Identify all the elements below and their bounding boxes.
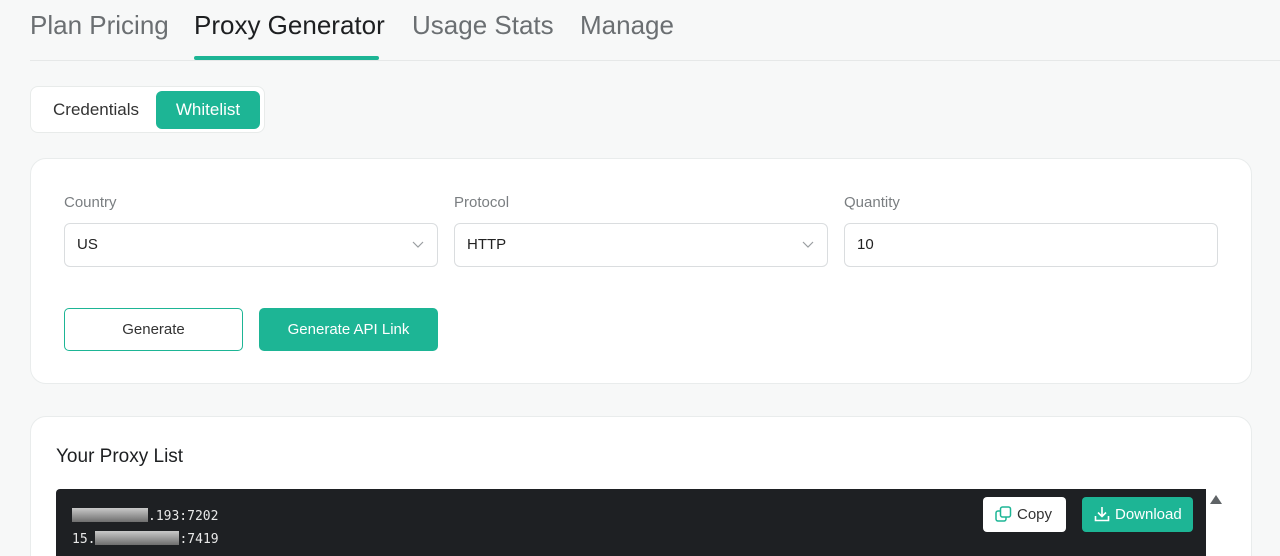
- active-tab-indicator: [194, 56, 379, 60]
- country-label: Country: [64, 194, 117, 211]
- download-icon: [1094, 507, 1110, 522]
- redacted-block: [95, 531, 180, 545]
- protocol-select[interactable]: HTTP: [454, 223, 828, 267]
- download-label: Download: [1115, 506, 1182, 523]
- tab-usage-stats[interactable]: Usage Stats: [412, 10, 554, 41]
- proxy-line: 15.:7419: [72, 531, 219, 547]
- download-button[interactable]: Download: [1082, 497, 1193, 532]
- copy-button[interactable]: Copy: [983, 497, 1066, 532]
- credentials-button[interactable]: Credentials: [37, 91, 155, 129]
- whitelist-button[interactable]: Whitelist: [156, 91, 260, 129]
- tab-proxy-generator[interactable]: Proxy Generator: [194, 10, 385, 41]
- tab-plan-pricing[interactable]: Plan Pricing: [30, 10, 169, 41]
- copy-icon: [995, 506, 1012, 522]
- redacted-block: [72, 508, 148, 522]
- quantity-input[interactable]: 10: [844, 223, 1218, 267]
- protocol-value: HTTP: [467, 236, 507, 253]
- generate-button[interactable]: Generate: [64, 308, 243, 351]
- country-select[interactable]: US: [64, 223, 438, 267]
- proxy-list-output[interactable]: .193:7202 15.:7419 Copy Download: [56, 489, 1206, 556]
- protocol-label: Protocol: [454, 194, 510, 211]
- scroll-up-arrow-icon[interactable]: [1209, 493, 1223, 505]
- proxy-list-card: Your Proxy List .193:7202 15.:7419 Copy …: [30, 416, 1252, 556]
- chevron-down-icon: [412, 241, 424, 248]
- copy-label: Copy: [1017, 506, 1053, 523]
- tab-manage[interactable]: Manage: [580, 10, 674, 41]
- proxy-form-card: Country US Protocol HTTP Quantity 10 Gen…: [30, 158, 1252, 384]
- quantity-label: Quantity: [844, 194, 900, 211]
- chevron-down-icon: [802, 241, 814, 248]
- proxy-list-title: Your Proxy List: [56, 446, 184, 467]
- country-value: US: [77, 236, 98, 253]
- quantity-value: 10: [857, 236, 874, 253]
- top-tab-bar: Plan Pricing Proxy Generator Usage Stats…: [30, 0, 1280, 61]
- auth-mode-toggle: Credentials Whitelist: [30, 86, 265, 133]
- proxy-line: .193:7202: [72, 508, 218, 524]
- generate-api-link-button[interactable]: Generate API Link: [259, 308, 438, 351]
